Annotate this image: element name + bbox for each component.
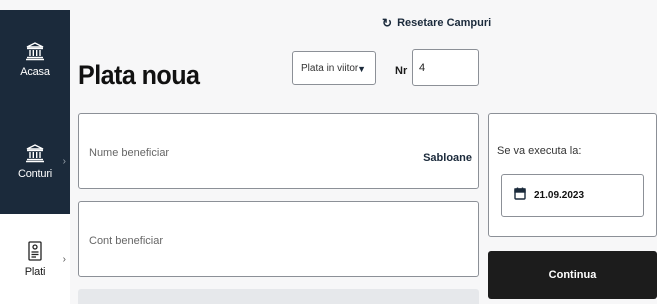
execution-date-card: Se va executa la: 21.09.2023 (488, 113, 657, 237)
sidebar-item-label: Plati (24, 266, 46, 278)
sidebar-item-plati[interactable]: Plati › (0, 214, 70, 304)
sidebar-item-label: Acasa (20, 66, 50, 78)
beneficiary-account-field[interactable]: Cont beneficiar (78, 201, 479, 277)
sidebar-item-acasa[interactable]: Acasa (0, 10, 70, 108)
sidebar: Acasa Conturi › Plati › (0, 0, 70, 304)
calendar-icon (514, 187, 526, 205)
templates-button[interactable]: Sabloane (423, 152, 472, 164)
page-title: Plata noua (78, 60, 200, 90)
bank-icon (24, 142, 46, 164)
reset-fields-label: Resetare Campuri (397, 17, 492, 29)
chevron-right-icon: › (62, 156, 66, 167)
chevron-right-icon: › (62, 254, 66, 265)
execution-date-picker[interactable]: 21.09.2023 (501, 174, 644, 217)
main-content: ↻ Resetare Campuri Plata noua Plata in v… (70, 0, 657, 304)
caret-down-icon: ▼ (357, 64, 366, 74)
number-input[interactable] (412, 49, 479, 86)
reset-fields-button[interactable]: ↻ Resetare Campuri (382, 16, 491, 30)
execution-date-value: 21.09.2023 (534, 190, 585, 201)
continue-button[interactable]: Continua (488, 251, 657, 299)
sidebar-item-conturi[interactable]: Conturi › (0, 108, 70, 214)
refresh-icon: ↻ (382, 16, 393, 30)
beneficiary-account-placeholder: Cont beneficiar (89, 235, 163, 247)
beneficiary-name-placeholder: Nume beneficiar (89, 147, 170, 159)
bank-icon (24, 40, 46, 62)
beneficiary-name-field[interactable]: Nume beneficiar Sabloane (78, 113, 479, 189)
execution-date-label: Se va executa la: (497, 145, 582, 157)
payment-document-icon (24, 240, 46, 262)
payment-type-value: Plata in viitor (301, 62, 359, 74)
sidebar-item-label: Conturi (17, 168, 53, 180)
payment-type-select[interactable]: Plata in viitor ▼ (292, 51, 376, 85)
number-label: Nr (395, 65, 408, 77)
next-field-partial (78, 289, 479, 304)
